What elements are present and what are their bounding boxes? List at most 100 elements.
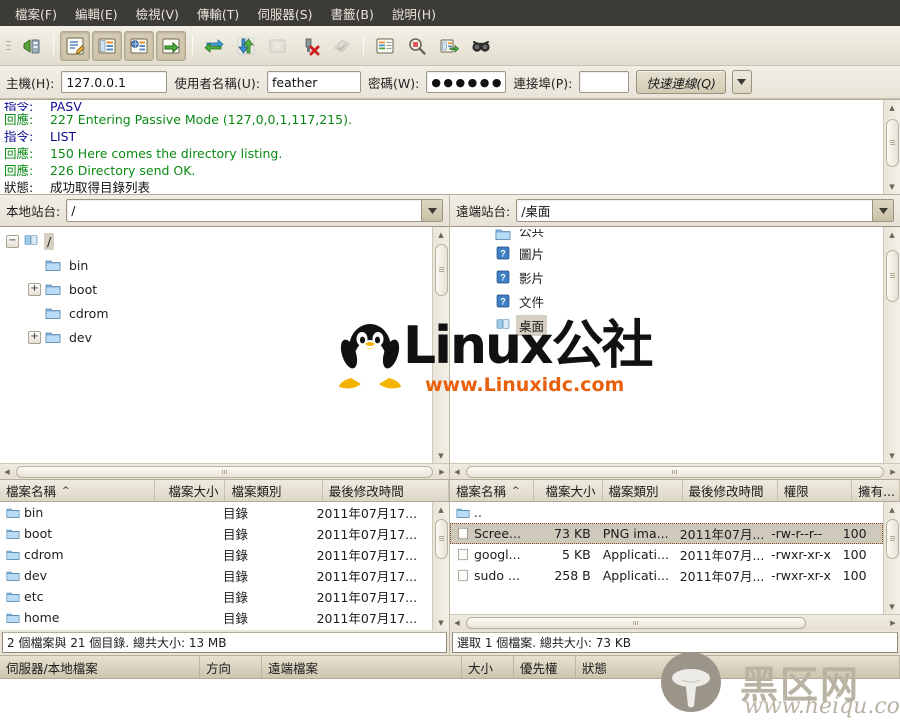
remote-list-scrollbar[interactable]: ▲ ▼ — [883, 502, 900, 614]
scroll-up-icon[interactable]: ▲ — [434, 227, 449, 242]
scroll-thumb[interactable] — [16, 465, 433, 478]
tree-item[interactable]: + boot — [0, 277, 432, 301]
tree-item[interactable]: cdrom — [0, 301, 432, 325]
menu-bookmarks[interactable]: 書籤(B) — [322, 0, 383, 27]
scroll-track[interactable] — [885, 517, 900, 599]
quick-connect-button[interactable]: 快速連線(Q) — [636, 70, 726, 94]
chevron-down-icon[interactable] — [731, 70, 752, 94]
scroll-down-icon[interactable]: ▼ — [434, 448, 449, 463]
table-row[interactable]: etc 目錄 2011年07月17... — [0, 586, 432, 607]
scroll-left-icon[interactable]: ◀ — [0, 465, 14, 479]
table-row[interactable]: Scree... 73 KB PNG ima... 2011年07月... -rw-r-… — [450, 523, 883, 544]
reconnect-icon[interactable] — [327, 31, 357, 61]
column-header[interactable]: 檔案類別 — [225, 480, 323, 501]
scroll-right-icon[interactable]: ▶ — [435, 465, 449, 479]
table-row[interactable]: boot 目錄 2011年07月17... — [0, 523, 432, 544]
remote-tree-vscrollbar[interactable]: ▲ ▼ — [883, 227, 900, 463]
message-log-scrollbar[interactable]: ▲ ▼ — [883, 100, 900, 194]
scroll-thumb[interactable] — [885, 250, 899, 302]
local-list-header[interactable]: 檔案名稱 ^ 檔案大小 檔案類別 最後修改時間 — [0, 480, 449, 502]
tree-item[interactable]: ? 圖片 — [450, 241, 883, 265]
table-row[interactable]: dev 目錄 2011年07月17... — [0, 565, 432, 586]
menu-help[interactable]: 說明(H) — [383, 0, 445, 27]
synchronized-browsing-icon[interactable] — [434, 31, 464, 61]
queue-column-header[interactable]: 大小 — [462, 656, 514, 678]
expand-icon[interactable]: + — [28, 282, 41, 296]
table-row[interactable]: bin 目錄 2011年07月17... — [0, 502, 432, 523]
scroll-down-icon[interactable]: ▼ — [885, 599, 900, 614]
collapse-icon[interactable]: − — [6, 234, 19, 248]
scroll-thumb[interactable] — [466, 616, 806, 629]
column-header[interactable]: 檔案名稱 ^ — [450, 480, 534, 501]
column-header[interactable]: 權限 — [778, 480, 853, 501]
port-input[interactable] — [579, 71, 630, 93]
queue-column-header[interactable]: 狀態 — [576, 656, 900, 678]
scroll-track[interactable] — [14, 465, 435, 479]
process-queue-icon[interactable] — [231, 31, 261, 61]
scroll-up-icon[interactable]: ▲ — [434, 502, 449, 517]
column-header[interactable]: 檔案大小 — [155, 480, 226, 501]
scroll-track[interactable] — [885, 242, 900, 448]
scroll-right-icon[interactable]: ▶ — [886, 616, 900, 630]
menu-view[interactable]: 檢視(V) — [127, 0, 188, 27]
queue-column-header[interactable]: 遠端檔案 — [262, 656, 462, 678]
remote-tree[interactable]: 公共? 圖片? 影片? 文件 桌面 ▲ ▼ ◀ ▶ — [450, 227, 900, 480]
menu-file[interactable]: 檔案(F) — [6, 0, 66, 27]
refresh-icon[interactable] — [199, 31, 229, 61]
column-header[interactable]: 檔案類別 — [603, 480, 683, 501]
column-header[interactable]: 擁有... — [852, 480, 900, 501]
tree-item[interactable]: 桌面 — [450, 313, 883, 337]
chevron-down-icon[interactable] — [872, 200, 893, 221]
scroll-track[interactable] — [464, 465, 886, 479]
transfer-queue-header[interactable]: 伺服器/本地檔案 方向 遠端檔案 大小 優先權 狀態 — [0, 655, 900, 679]
tree-item[interactable]: 公共 — [450, 229, 883, 241]
scroll-up-icon[interactable]: ▲ — [885, 502, 900, 517]
table-row[interactable]: cdrom 目錄 2011年07月17... — [0, 544, 432, 565]
scroll-thumb[interactable] — [434, 244, 448, 296]
cancel-icon[interactable]: ✕ — [263, 31, 293, 61]
scroll-down-icon[interactable]: ▼ — [885, 448, 900, 463]
local-list-scrollbar[interactable]: ▲ ▼ — [432, 502, 449, 630]
menu-edit[interactable]: 編輯(E) — [66, 0, 127, 27]
site-manager-icon[interactable] — [17, 31, 47, 61]
column-header[interactable]: 最後修改時間 — [323, 480, 449, 501]
table-row[interactable]: .. — [450, 502, 883, 523]
toggle-transfer-queue-icon[interactable] — [156, 30, 186, 61]
chevron-down-icon[interactable] — [421, 200, 442, 221]
queue-column-header[interactable]: 伺服器/本地檔案 — [0, 656, 200, 678]
compare-directories-icon[interactable] — [402, 31, 432, 61]
queue-column-header[interactable]: 方向 — [200, 656, 262, 678]
host-input[interactable]: 127.0.0.1 — [61, 71, 168, 93]
tree-item[interactable]: + dev — [0, 325, 432, 349]
local-list-body[interactable]: bin 目錄 2011年07月17... boot 目錄 2011年07月17... cdr… — [0, 502, 449, 630]
tree-item[interactable]: − / — [0, 229, 432, 253]
scroll-right-icon[interactable]: ▶ — [886, 465, 900, 479]
scroll-thumb[interactable] — [466, 465, 884, 478]
menu-server[interactable]: 伺服器(S) — [248, 0, 321, 27]
scroll-down-icon[interactable]: ▼ — [434, 615, 449, 630]
scroll-track[interactable] — [885, 115, 900, 179]
scroll-track[interactable] — [464, 616, 886, 630]
table-row[interactable]: home 目錄 2011年07月17... — [0, 607, 432, 628]
find-files-icon[interactable] — [466, 31, 496, 61]
column-header[interactable]: 最後修改時間 — [683, 480, 778, 501]
disconnect-icon[interactable] — [295, 31, 325, 61]
tree-item[interactable]: ? 影片 — [450, 265, 883, 289]
filter-icon[interactable] — [370, 31, 400, 61]
toggle-local-tree-icon[interactable] — [92, 30, 122, 61]
toolbar-grip[interactable] — [4, 35, 12, 57]
scroll-thumb[interactable] — [434, 519, 448, 559]
tree-item[interactable]: bin — [0, 253, 432, 277]
message-log[interactable]: 指令: PASV 回應: 227 Entering Passive Mode (1… — [0, 99, 900, 195]
password-input[interactable]: ●●●●●● — [426, 71, 507, 93]
scroll-down-icon[interactable]: ▼ — [885, 179, 900, 194]
scroll-track[interactable] — [434, 517, 449, 615]
transfer-queue-body[interactable] — [0, 679, 900, 720]
local-tree-vscrollbar[interactable]: ▲ ▼ — [432, 227, 449, 463]
expand-icon[interactable]: + — [28, 330, 41, 344]
queue-column-header[interactable]: 優先權 — [514, 656, 576, 678]
scroll-thumb[interactable] — [885, 119, 899, 167]
local-tree[interactable]: − / bin + boot cdrom + dev ▲ ▼ ◀ ▶ — [0, 227, 449, 480]
table-row[interactable]: googl... 5 KB Applicati... 2011年07月... -rwxr… — [450, 544, 883, 565]
local-tree-hscrollbar[interactable]: ◀ ▶ — [0, 463, 449, 479]
